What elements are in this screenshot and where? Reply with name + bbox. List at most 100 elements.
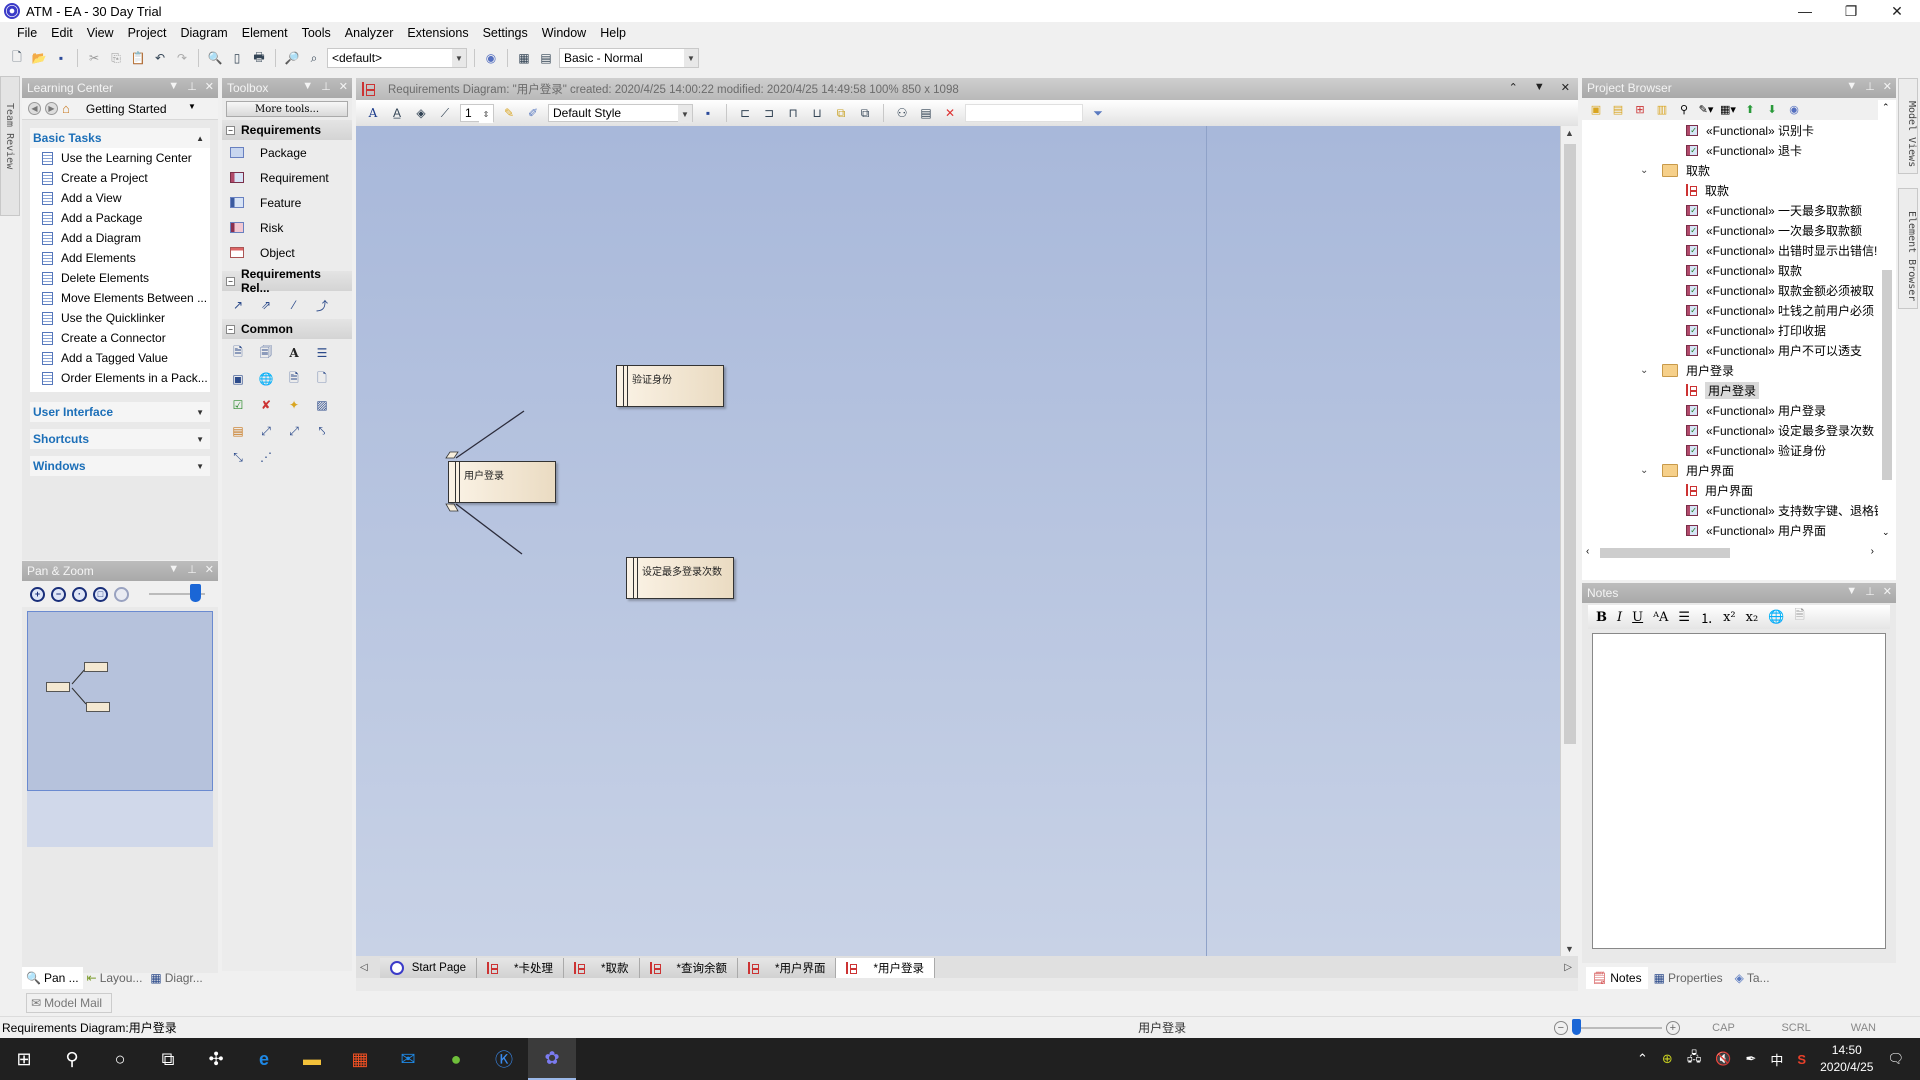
tabs-scroll-left-icon[interactable]: ◁ — [360, 962, 368, 973]
tab-withdraw[interactable]: *取款 — [564, 958, 640, 978]
expand-chevron-icon[interactable]: ⌄ — [1640, 465, 1650, 476]
toolbox-item-requirement[interactable]: Requirement — [222, 165, 352, 190]
tree-item-folder[interactable]: ⌄ 用户界面 — [1640, 460, 1734, 480]
tree-item-requirement[interactable]: ✓ «Functional» 出错时显示出错信! — [1686, 240, 1877, 260]
zoom-in-icon[interactable]: + — [1665, 1020, 1680, 1035]
redo-icon[interactable]: ↷ — [173, 49, 191, 67]
scroll-up-icon[interactable]: ▲ — [1565, 128, 1574, 138]
panel-menu-icon[interactable]: ▼ — [1534, 81, 1545, 94]
line-width-spinner[interactable]: 1 ⇕ — [460, 104, 494, 123]
pen-icon[interactable]: ✒ — [1746, 1051, 1757, 1067]
task-item[interactable]: Use the Learning Center — [30, 148, 210, 168]
task-item[interactable]: Move Elements Between ... — [30, 288, 210, 308]
numbered-list-icon[interactable]: ⒈ — [1700, 608, 1713, 627]
tab-user-login[interactable]: *用户登录 — [836, 958, 935, 978]
association-icon[interactable]: ⁄ — [286, 297, 302, 313]
apply-style-icon[interactable]: ✎ — [500, 104, 518, 122]
menu-element[interactable]: Element — [235, 26, 295, 40]
menu-file[interactable]: File — [10, 26, 44, 40]
filter-icon[interactable]: ⏷ — [1089, 104, 1107, 122]
tab-notes[interactable]: 🗒 Notes — [1586, 967, 1648, 989]
tray-app-icon[interactable]: ⊕ — [1662, 1051, 1673, 1067]
realize-relationship-icon[interactable]: ⇗ — [258, 297, 274, 313]
maximize-panel-icon[interactable]: ⌃ — [1509, 81, 1518, 94]
start-button[interactable]: ⊞ — [0, 1038, 48, 1080]
bold-icon[interactable]: B — [1596, 610, 1607, 625]
basic-tasks-header[interactable]: Basic Tasks ▲ — [30, 128, 210, 148]
zoom-100-icon[interactable]: · — [72, 586, 87, 602]
project-browser-horizontal-scrollbar[interactable]: ‹ › — [1582, 544, 1878, 562]
menu-extensions[interactable]: Extensions — [400, 26, 475, 40]
page-setup-icon[interactable]: ▯ — [228, 49, 246, 67]
pin-icon[interactable]: ⊥ — [187, 80, 197, 93]
menu-edit[interactable]: Edit — [44, 26, 80, 40]
tree-item-requirement[interactable]: ✓ «Functional» 退卡 — [1686, 140, 1802, 160]
information-flow-icon[interactable]: ⤣ — [314, 423, 330, 439]
menu-settings[interactable]: Settings — [476, 26, 535, 40]
document-artifact-icon[interactable]: 🗎 — [286, 371, 302, 387]
task-item[interactable]: Use the Quicklinker — [30, 308, 210, 328]
workspace-icon[interactable]: ▤ — [537, 49, 555, 67]
trace-connector-icon[interactable]: ⤢ — [286, 423, 302, 439]
print-preview-icon[interactable]: 🔍 — [206, 49, 224, 67]
trace-relationship-icon[interactable]: ↗ — [230, 297, 246, 313]
clock[interactable]: 14:50 2020/4/25 — [1820, 1042, 1873, 1076]
edge-browser-icon[interactable]: e — [240, 1038, 288, 1080]
shortcuts-header[interactable]: Shortcuts ▼ — [30, 429, 210, 449]
task-item[interactable]: Order Elements in a Pack... — [30, 368, 210, 388]
zoom-in-icon[interactable]: + — [30, 586, 45, 602]
requirement-element-verify[interactable]: 验证身份 — [616, 365, 724, 407]
forward-icon[interactable]: ▶ — [45, 102, 58, 115]
new-diagram-icon[interactable]: ⊞ — [1632, 101, 1648, 117]
tab-user-interface[interactable]: *用户界面 — [738, 958, 837, 978]
pan-zoom-preview[interactable] — [27, 611, 213, 791]
diagram-canvas[interactable]: 验证身份 用户登录 设定最多登录次数 — [356, 126, 1560, 956]
workspace-combo[interactable]: Basic - Normal ▼ — [559, 48, 699, 68]
task-item[interactable]: Add a Diagram — [30, 228, 210, 248]
style-combo[interactable]: Default Style ▼ — [548, 104, 693, 123]
file-explorer-icon[interactable]: ▬ — [288, 1038, 336, 1080]
k-app-icon[interactable]: Ⓚ — [480, 1038, 528, 1080]
store-icon[interactable]: ▦ — [336, 1038, 384, 1080]
toolbox-item-package[interactable]: Package — [222, 140, 352, 165]
move-up-icon[interactable]: ⬆ — [1742, 101, 1758, 117]
save-style-icon[interactable]: ▪ — [699, 104, 717, 122]
cortana-icon[interactable]: ○ — [96, 1038, 144, 1080]
mail-icon[interactable]: ✉ — [384, 1038, 432, 1080]
delete-icon[interactable]: ✕ — [941, 104, 959, 122]
scroll-left-icon[interactable]: ‹ — [1586, 546, 1589, 557]
pin-icon[interactable]: ⊥ — [1865, 585, 1875, 598]
ime-indicator[interactable]: 中 — [1770, 1050, 1783, 1069]
cut-icon[interactable]: ✂ — [85, 49, 103, 67]
scrollbar-thumb[interactable] — [1882, 270, 1892, 480]
help-icon[interactable]: ◉ — [1786, 101, 1802, 117]
undo-icon[interactable]: ↶ — [151, 49, 169, 67]
network-icon[interactable]: 🖧 — [1687, 1048, 1702, 1070]
zoom-slider-thumb[interactable] — [1571, 1018, 1581, 1035]
new-project-icon[interactable]: 🗋 — [8, 49, 26, 67]
menu-tools[interactable]: Tools — [295, 26, 338, 40]
task-item[interactable]: Add Elements — [30, 248, 210, 268]
underline-icon[interactable]: U — [1632, 610, 1643, 625]
more-tools-button[interactable]: More tools... — [226, 101, 348, 117]
tab-diagram-filters[interactable]: ▦ Diagr... — [146, 967, 206, 989]
toolbox-group-requirements[interactable]: − Requirements — [222, 120, 352, 140]
note-icon[interactable]: 🗎 — [230, 345, 246, 361]
tab-card-processing[interactable]: *卡处理 — [477, 958, 565, 978]
panel-menu-icon[interactable]: ▼ — [168, 80, 179, 93]
search-model-icon[interactable]: ⌕ — [305, 49, 323, 67]
menu-analyzer[interactable]: Analyzer — [338, 26, 401, 40]
document-link-icon[interactable]: 🗎 — [1794, 606, 1804, 628]
text-color-icon[interactable]: ᴬA — [1653, 610, 1668, 625]
workspace-layout-icon[interactable]: ▦ — [515, 49, 533, 67]
team-review-tab[interactable]: Team Review — [0, 76, 20, 216]
tray-overflow-icon[interactable]: ⌃ — [1637, 1051, 1648, 1067]
zoom-fit-icon[interactable]: □ — [93, 586, 108, 602]
dotted-line-icon[interactable]: ⋰ — [258, 449, 274, 465]
notes-editor[interactable] — [1592, 633, 1886, 949]
tree-item-requirement[interactable]: ✓ «Functional» 用户不可以透支 — [1686, 340, 1862, 360]
hyperlink-icon[interactable]: 🌐 — [1768, 610, 1784, 625]
pinwheel-app-icon[interactable]: ✣ — [192, 1038, 240, 1080]
font-icon[interactable]: A — [364, 104, 382, 122]
volume-muted-icon[interactable]: 🔇 — [1715, 1051, 1731, 1067]
